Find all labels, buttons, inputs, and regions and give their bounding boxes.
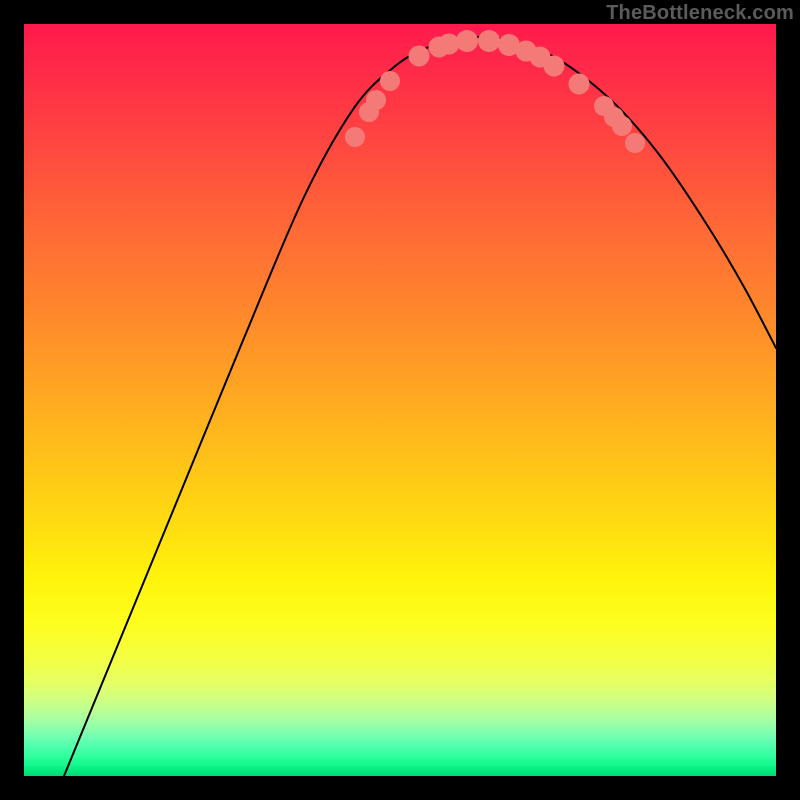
data-marker	[612, 116, 632, 136]
chart-frame: TheBottleneck.com	[0, 0, 800, 800]
data-marker	[366, 90, 386, 110]
data-marker	[544, 56, 565, 77]
data-marker	[345, 127, 365, 147]
marker-layer	[345, 30, 645, 153]
chart-svg	[24, 24, 776, 776]
data-marker	[409, 46, 430, 67]
plot-area	[24, 24, 776, 776]
curve-layer	[64, 37, 776, 776]
watermark-text: TheBottleneck.com	[606, 2, 794, 25]
data-marker	[478, 30, 500, 52]
data-marker	[380, 71, 400, 91]
bottleneck-curve	[64, 37, 776, 776]
data-marker	[439, 34, 460, 55]
data-marker	[456, 30, 478, 52]
data-marker	[625, 133, 645, 153]
data-marker	[569, 74, 590, 95]
